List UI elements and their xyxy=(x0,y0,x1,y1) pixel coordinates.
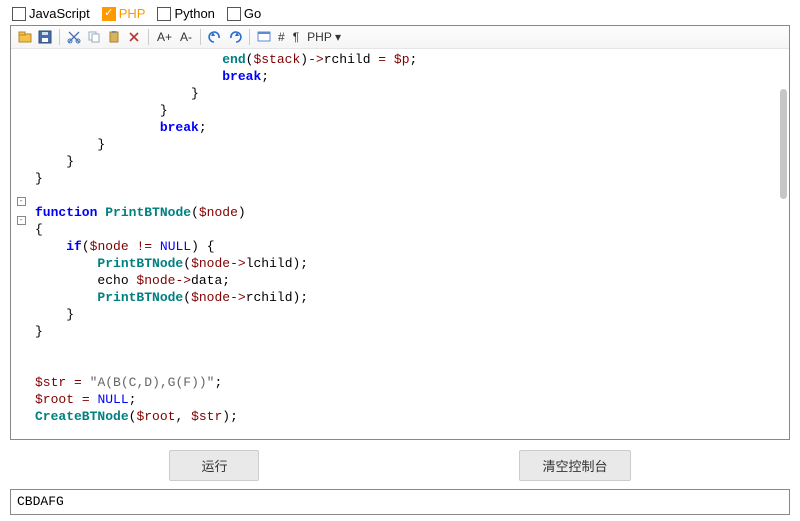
console-output: CBDAFG xyxy=(10,489,790,515)
lang-option-javascript[interactable]: JavaScript xyxy=(12,6,90,21)
save-icon[interactable] xyxy=(37,29,53,45)
checkbox-icon xyxy=(227,7,241,21)
chevron-down-icon: ▾ xyxy=(335,30,341,44)
separator xyxy=(249,29,250,45)
pilcrow-button[interactable]: ¶ xyxy=(291,30,301,44)
undo-icon[interactable] xyxy=(207,29,223,45)
separator xyxy=(200,29,201,45)
editor-toolbar: A+ A- # ¶ PHP ▾ xyxy=(11,26,789,49)
language-dropdown[interactable]: PHP ▾ xyxy=(305,30,343,44)
clear-console-button[interactable]: 清空控制台 xyxy=(519,450,630,481)
lang-option-go[interactable]: Go xyxy=(227,6,261,21)
redo-icon[interactable] xyxy=(227,29,243,45)
separator xyxy=(148,29,149,45)
fold-gutter: - - xyxy=(11,49,31,439)
open-icon[interactable] xyxy=(17,29,33,45)
lang-option-python[interactable]: Python xyxy=(157,6,214,21)
cut-icon[interactable] xyxy=(66,29,82,45)
lang-label: JavaScript xyxy=(29,6,90,21)
fold-toggle-icon[interactable]: - xyxy=(17,216,26,225)
code-content[interactable]: end($stack)->rchild = $p; break; } } bre… xyxy=(31,49,789,439)
font-increase-button[interactable]: A+ xyxy=(155,30,174,44)
separator xyxy=(59,29,60,45)
font-decrease-button[interactable]: A- xyxy=(178,30,194,44)
checkbox-icon xyxy=(12,7,26,21)
action-buttons: 运行 清空控制台 xyxy=(10,450,790,481)
paste-icon[interactable] xyxy=(106,29,122,45)
lang-option-php[interactable]: ✓ PHP xyxy=(102,6,146,21)
delete-icon[interactable] xyxy=(126,29,142,45)
hash-button[interactable]: # xyxy=(276,30,287,44)
fold-toggle-icon[interactable]: - xyxy=(17,197,26,206)
checkbox-icon: ✓ xyxy=(102,7,116,21)
language-selector: JavaScript ✓ PHP Python Go xyxy=(10,6,790,21)
lang-label: PHP xyxy=(119,6,146,21)
scrollbar-thumb[interactable] xyxy=(780,89,787,199)
console-text: CBDAFG xyxy=(17,494,64,509)
lang-label: Python xyxy=(174,6,214,21)
copy-icon[interactable] xyxy=(86,29,102,45)
code-editor: A+ A- # ¶ PHP ▾ - - end($stack)->rchild … xyxy=(10,25,790,440)
preview-icon[interactable] xyxy=(256,29,272,45)
run-button[interactable]: 运行 xyxy=(169,450,259,481)
checkbox-icon xyxy=(157,7,171,21)
language-dropdown-label: PHP xyxy=(307,30,331,44)
code-area[interactable]: - - end($stack)->rchild = $p; break; } }… xyxy=(11,49,789,439)
lang-label: Go xyxy=(244,6,261,21)
